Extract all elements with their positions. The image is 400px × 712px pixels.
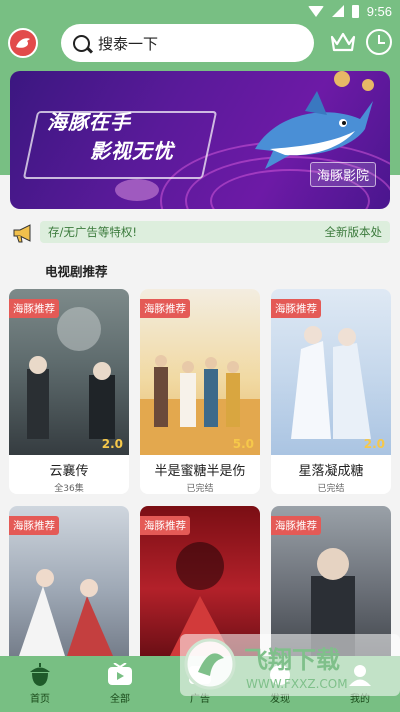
drama-card[interactable]: 海豚推荐 [9, 506, 129, 672]
episode-info: 全36集 [54, 484, 84, 494]
watermark-url: WWW.FXXZ.COM [246, 677, 348, 691]
recommend-badge: 海豚推荐 [271, 516, 321, 535]
nav-all-label: 全部 [110, 694, 130, 705]
drama-title: 半是蜜糖半是伤 [154, 464, 246, 479]
history-icon[interactable] [366, 29, 392, 55]
poster-image: 海豚推荐 2.0 [271, 289, 391, 455]
wifi-icon [307, 5, 324, 17]
recommend-badge: 海豚推荐 [9, 299, 59, 318]
drama-title: 星落凝成糖 [298, 464, 364, 479]
recommend-badge: 海豚推荐 [9, 516, 59, 535]
banner-headline: 海豚在手 [47, 110, 131, 134]
app-logo[interactable] [8, 28, 38, 58]
status-time: 9:56 [366, 3, 392, 19]
banner-decor [115, 179, 159, 201]
episode-info: 已完结 [317, 484, 345, 494]
banner-decor [334, 71, 350, 87]
search-placeholder: 搜泰一下 [98, 34, 159, 53]
acorn-icon [30, 663, 50, 686]
watermark-title: 飞翔下载 [244, 646, 340, 674]
status-bar: 9:56 [0, 0, 400, 22]
recommend-badge: 海豚推荐 [271, 299, 321, 318]
search-icon [73, 34, 90, 52]
notice-bar[interactable]: 存/无广告等特权! 全新版本处 [10, 218, 390, 246]
crown-icon[interactable] [329, 30, 357, 54]
recommend-badge: 海豚推荐 [140, 299, 190, 318]
banner-tag: 海豚影院 [309, 162, 376, 187]
nav-all[interactable]: 全部 [85, 663, 155, 705]
banner-subheadline: 影视无忧 [90, 139, 174, 163]
drama-card[interactable]: 海豚推荐 5.0 半是蜜糖半是伤 已完结 [140, 289, 260, 494]
notice-marquee: 存/无广告等特权! 全新版本处 [40, 221, 390, 243]
dolphin-icon [16, 38, 30, 48]
episode-info: 已完结 [186, 484, 214, 494]
drama-card[interactable]: 海豚推荐 2.0 云襄传 全36集 [9, 289, 129, 494]
battery-icon [351, 4, 359, 18]
rating-score: 2.0 [363, 437, 385, 451]
poster-image: 海豚推荐 [9, 506, 129, 672]
notice-text: 存/无广告等特权! [48, 225, 137, 239]
recommend-badge: 海豚推荐 [140, 516, 190, 535]
nav-home-label: 首页 [30, 694, 50, 705]
banner-decor [362, 79, 374, 91]
notice-text-2: 全新版本处 [324, 225, 383, 239]
signal-icon [331, 5, 344, 17]
promo-banner[interactable]: 海豚在手 影视无忧 海豚影院 [10, 71, 390, 209]
section-title: 电视剧推荐 [45, 264, 108, 279]
nav-home[interactable]: 首页 [5, 663, 75, 705]
poster-image: 海豚推荐 5.0 [140, 289, 260, 455]
poster-image: 海豚推荐 2.0 [9, 289, 129, 455]
drama-title: 云襄传 [49, 464, 89, 479]
megaphone-icon [13, 224, 31, 243]
rating-score: 2.0 [101, 437, 123, 451]
site-watermark: 飞翔下载 WWW.FXXZ.COM [180, 634, 400, 696]
drama-card[interactable]: 海豚推荐 2.0 星落凝成糖 已完结 [271, 289, 391, 494]
rating-score: 5.0 [232, 437, 254, 451]
tv-icon [108, 663, 132, 685]
search-bar[interactable]: 搜泰一下 [61, 24, 314, 62]
